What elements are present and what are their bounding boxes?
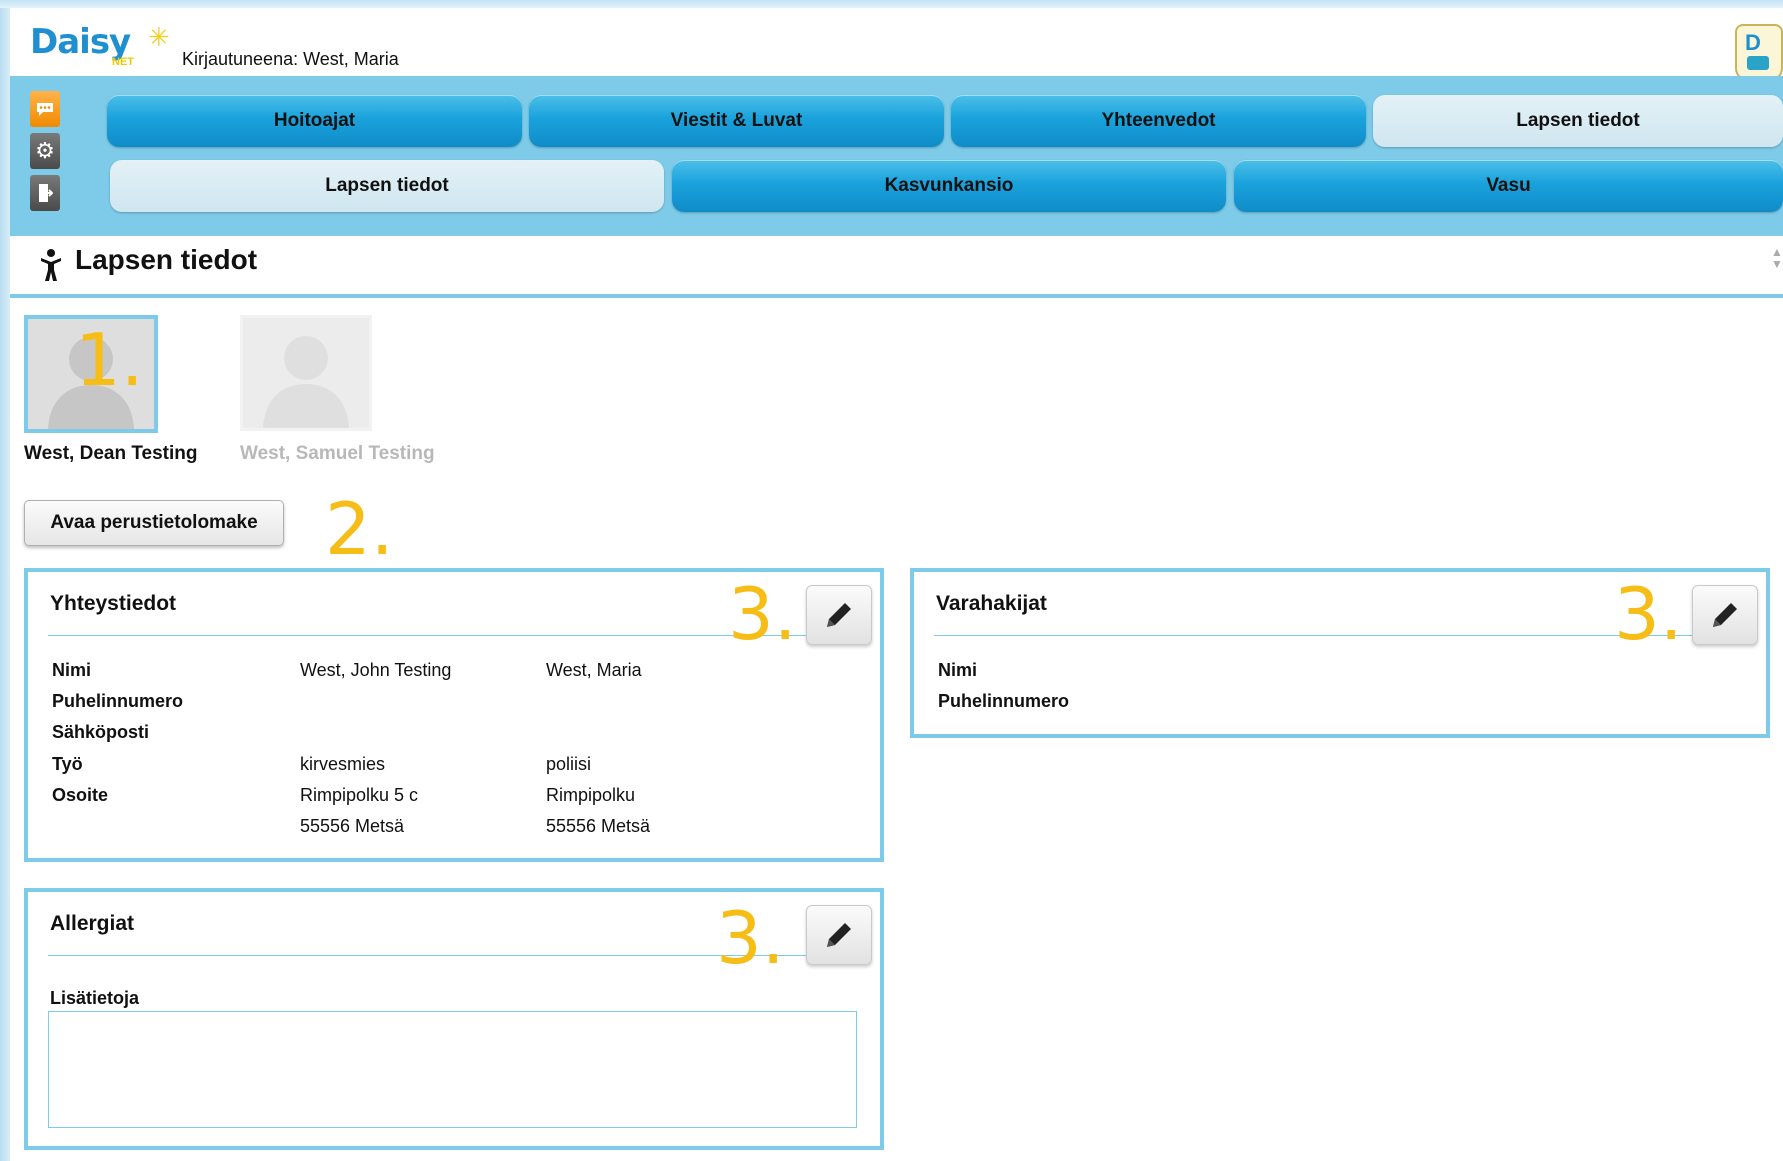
- extra-info-label: Lisätietoja: [50, 988, 140, 1008]
- daycare-badge-icon: D: [1735, 24, 1783, 82]
- label-phone: Puhelinnumero: [52, 691, 184, 711]
- chat-icon[interactable]: [30, 91, 60, 127]
- app-header: Daisy NET ✳ Kirjautuneena: West, Maria D: [10, 8, 1783, 82]
- pencil-icon: [827, 923, 851, 947]
- guardian2-address-street: Rimpipolku: [546, 785, 636, 805]
- panel-title: Allergiat: [50, 912, 135, 935]
- annotation-marker-3: 3.: [716, 896, 785, 980]
- guardian2-name: West, Maria: [546, 660, 642, 680]
- panel-divider: [48, 955, 808, 956]
- edit-allergies-button[interactable]: [806, 905, 872, 965]
- panel-divider: [934, 635, 1694, 636]
- logo-star-icon: ✳: [148, 22, 170, 52]
- pencil-icon: [1713, 603, 1737, 627]
- child-name: West, Dean Testing: [24, 443, 198, 464]
- child-card-samuel[interactable]: West, Samuel Testing: [240, 315, 470, 470]
- annotation-marker-3: 3.: [728, 572, 797, 656]
- label-address: Osoite: [52, 785, 109, 805]
- backup-pickups-panel: Varahakijat 3. Nimi Puhelinnumero: [910, 568, 1770, 738]
- pencil-icon: [827, 603, 851, 627]
- annotation-marker-1: 1.: [75, 318, 144, 402]
- panel-title: Yhteystiedot: [50, 592, 177, 615]
- guardian1-address-city: 55556 Metsä: [300, 816, 405, 836]
- allergies-panel: Allergiat 3. Lisätietoja: [24, 888, 884, 1150]
- edit-backup-button[interactable]: [1692, 585, 1758, 645]
- child-avatar: [240, 315, 372, 431]
- scroll-arrows-icon[interactable]: ▲ ▼: [1771, 246, 1783, 280]
- extra-info-field[interactable]: [48, 1011, 857, 1128]
- open-basic-info-form-button[interactable]: Avaa perustietolomake: [24, 500, 284, 546]
- label-email: Sähköposti: [52, 722, 150, 742]
- subtab-vasu[interactable]: Vasu: [1234, 160, 1783, 212]
- logo-subtext: NET: [112, 56, 134, 68]
- tab-viestit-luvat[interactable]: Viestit & Luvat: [529, 95, 944, 147]
- guardian1-name: West, John Testing: [300, 660, 452, 680]
- child-name: West, Samuel Testing: [240, 443, 435, 464]
- tab-lapsen-tiedot[interactable]: Lapsen tiedot: [1373, 95, 1783, 147]
- navigation-bar: ⚙ Hoitoajat Viestit & Luvat Yhteenvedot …: [10, 76, 1783, 236]
- annotation-marker-2: 2.: [325, 487, 394, 571]
- logged-in-user: Kirjautuneena: West, Maria: [182, 49, 399, 69]
- tab-hoitoajat[interactable]: Hoitoajat: [107, 95, 522, 147]
- edit-contact-button[interactable]: [806, 585, 872, 645]
- quick-icons: ⚙: [30, 91, 60, 217]
- guardian1-address-street: Rimpipolku 5 c: [300, 785, 419, 805]
- label-work: Työ: [52, 754, 83, 774]
- daisy-logo[interactable]: Daisy NET ✳: [30, 22, 190, 74]
- guardian2-address-city: 55556 Metsä: [546, 816, 651, 836]
- label-name: Nimi: [938, 660, 978, 680]
- panel-title: Varahakijat: [936, 592, 1047, 615]
- page-title: Lapsen tiedot: [75, 244, 258, 275]
- subtab-kasvunkansio[interactable]: Kasvunkansio: [672, 160, 1226, 212]
- gear-icon[interactable]: ⚙: [30, 133, 60, 169]
- logout-icon[interactable]: [30, 175, 60, 211]
- contact-info-panel: Yhteystiedot 3. Nimi Puhelinnumero Sähkö…: [24, 568, 884, 862]
- label-name: Nimi: [52, 660, 92, 680]
- child-person-icon: [41, 249, 61, 281]
- subtab-lapsen-tiedot[interactable]: Lapsen tiedot: [110, 160, 664, 212]
- label-phone: Puhelinnumero: [938, 691, 1070, 711]
- top-edge-strip: [0, 0, 1783, 8]
- left-edge-strip: [0, 0, 10, 1161]
- annotation-marker-3: 3.: [1614, 572, 1683, 656]
- page-title-bar: Lapsen tiedot ▲ ▼: [10, 236, 1783, 298]
- guardian2-work: poliisi: [546, 754, 592, 774]
- tab-yhteenvedot[interactable]: Yhteenvedot: [951, 95, 1366, 147]
- guardian1-work: kirvesmies: [300, 754, 386, 774]
- panel-divider: [48, 635, 808, 636]
